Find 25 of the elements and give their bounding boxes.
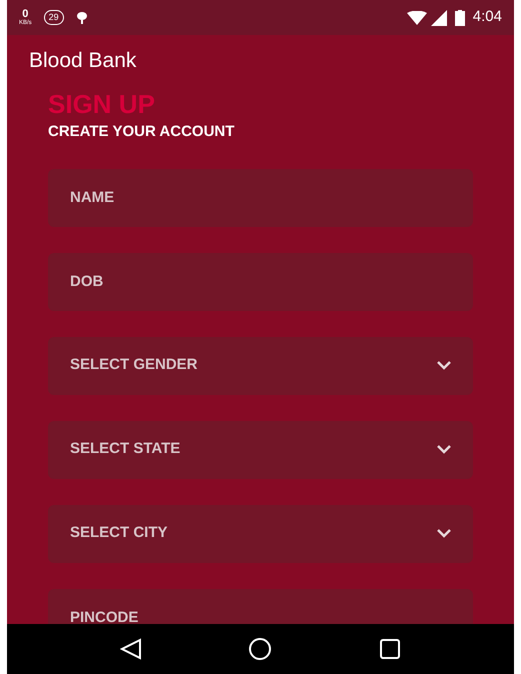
dropdown-field[interactable]: SELECT STATE	[48, 420, 473, 478]
dropdown-field[interactable]: SELECT GENDER	[48, 336, 473, 394]
recents-icon[interactable]	[378, 638, 401, 660]
dropdown-placeholder: SELECT STATE	[70, 439, 182, 460]
input-field[interactable]: PINCODE	[48, 588, 473, 624]
input-field[interactable]: DOB	[48, 252, 473, 310]
clock-time: 4:04	[472, 7, 502, 28]
network-speed-value: 0	[22, 9, 28, 20]
create-account-subtitle: CREATE YOUR ACCOUNT	[48, 122, 236, 142]
input-field[interactable]: NAME	[48, 168, 473, 226]
chevron-down-icon	[437, 361, 451, 370]
chevron-down-icon	[437, 445, 451, 454]
home-icon[interactable]	[248, 637, 272, 661]
chevron-down-icon	[437, 529, 451, 538]
back-icon[interactable]	[120, 638, 142, 660]
battery-icon	[454, 10, 465, 26]
dropdown-placeholder: SELECT CITY	[70, 523, 169, 544]
dropdown-placeholder: SELECT GENDER	[70, 355, 199, 376]
signal-icon	[430, 10, 447, 26]
app-title: Blood Bank	[29, 48, 136, 74]
dropdown-field[interactable]: SELECT CITY	[48, 504, 473, 562]
notification-count: 29	[44, 10, 64, 25]
robot-icon	[76, 10, 88, 24]
wifi-icon	[406, 10, 427, 24]
sign-up-title: SIGN UP	[48, 91, 156, 117]
